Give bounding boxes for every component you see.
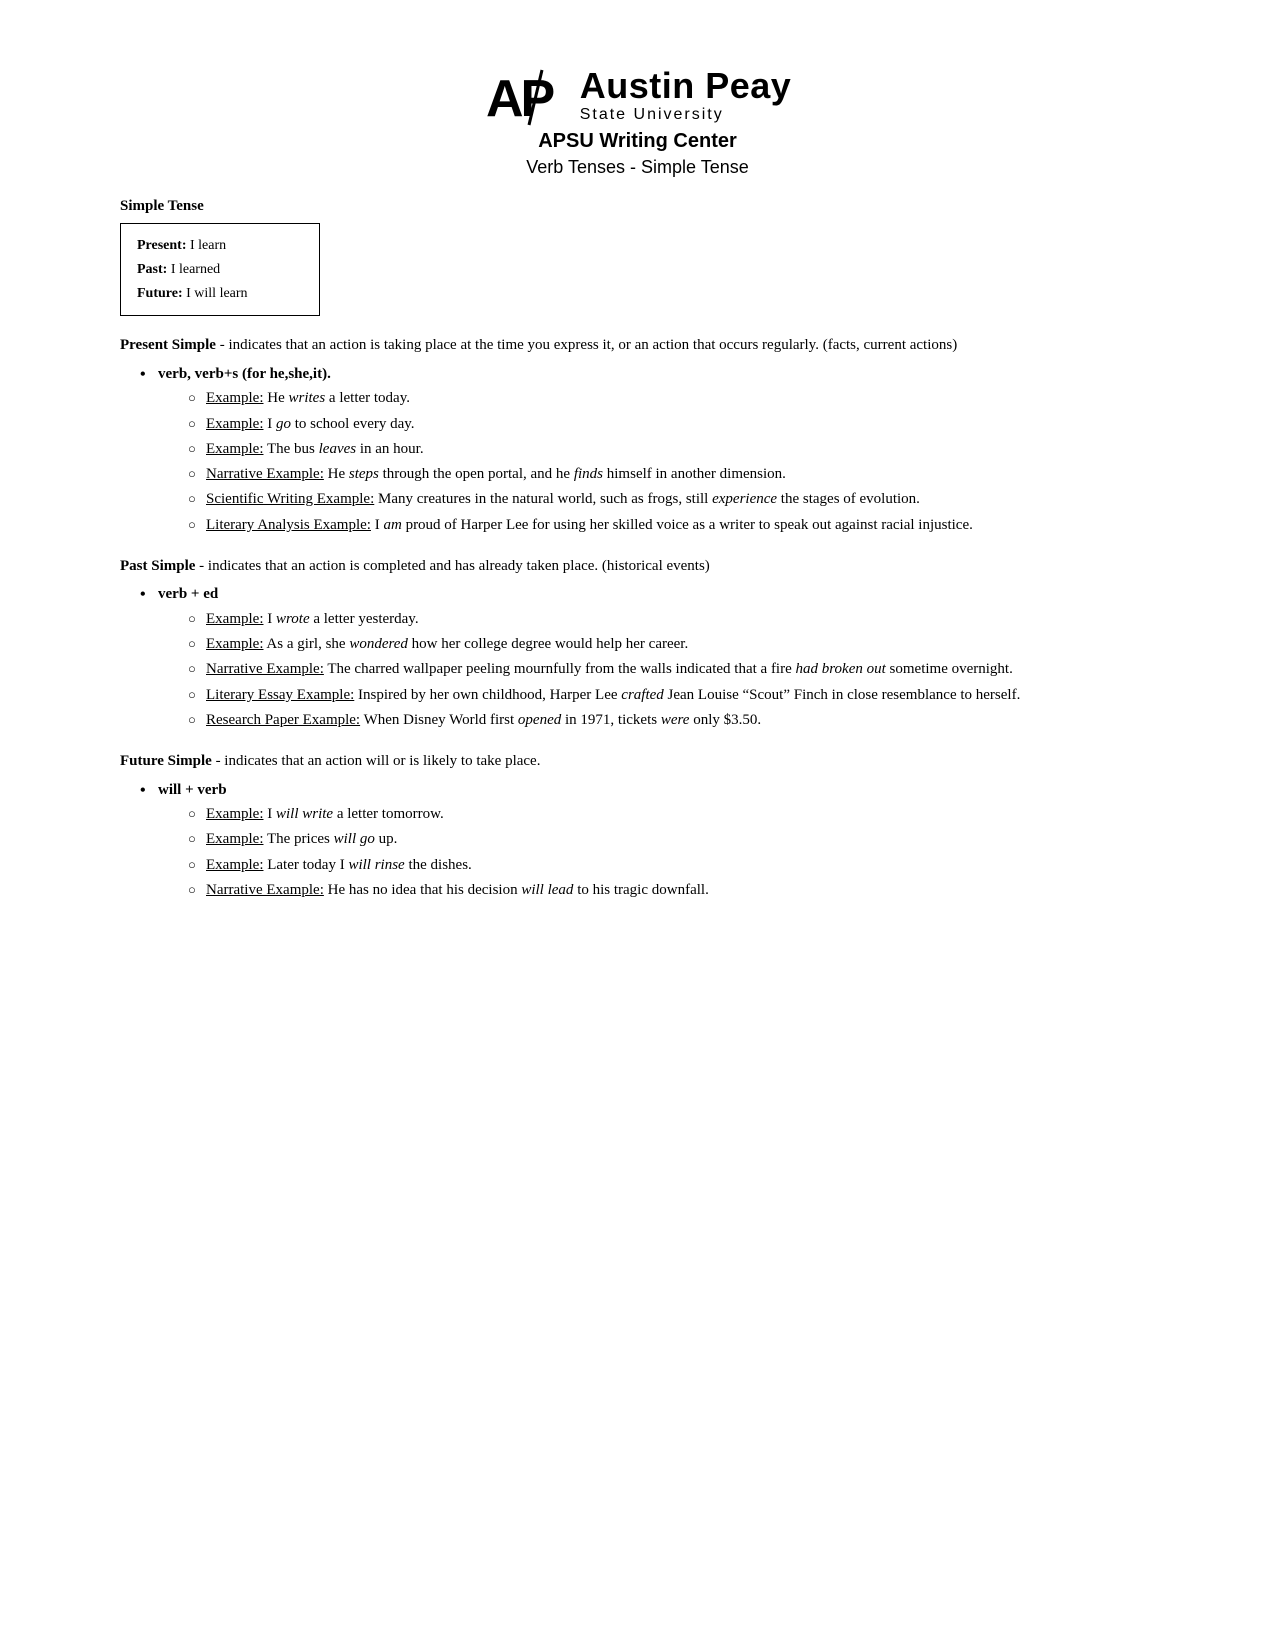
future-example-label-2: Example:	[206, 831, 263, 847]
svg-text:AP: AP	[486, 70, 554, 128]
future-simple-intro: Future Simple - indicates that an action…	[120, 750, 1155, 773]
tense-box-past: Past: I learned	[137, 258, 303, 282]
future-simple-bullet: will + verb Example: I will write a lett…	[140, 779, 1155, 903]
example-italic-1: writes	[288, 390, 325, 406]
past-simple-bullet: verb + ed Example: I wrote a letter yest…	[140, 583, 1155, 732]
literary-label: Literary Analysis Example:	[206, 517, 371, 533]
future-example-label-3: Example:	[206, 857, 263, 873]
past-simple-desc: - indicates that an action is completed …	[195, 558, 709, 574]
present-example-3: Example: The bus leaves in an hour.	[188, 438, 1155, 461]
future-example-3: Example: Later today I will rinse the di…	[188, 854, 1155, 877]
tense-box-present: Present: I learn	[137, 234, 303, 258]
present-simple-bullet-text: verb, verb+s (for he,she,it).	[158, 366, 331, 382]
narrative-italic-2: finds	[574, 466, 603, 482]
present-simple-intro: Present Simple - indicates that an actio…	[120, 334, 1155, 357]
present-literary-example: Literary Analysis Example: I am proud of…	[188, 514, 1155, 537]
future-italic-2: will go	[334, 831, 375, 847]
present-simple-desc: - indicates that an action is taking pla…	[216, 337, 957, 353]
future-simple-examples: Example: I will write a letter tomorrow.…	[188, 803, 1155, 902]
future-simple-section: Future Simple - indicates that an action…	[120, 750, 1155, 902]
past-simple-bullet-list: verb + ed Example: I wrote a letter yest…	[140, 583, 1155, 732]
past-italic-1: wrote	[276, 611, 310, 627]
future-italic-1: will write	[276, 806, 333, 822]
literary-italic: am	[383, 517, 401, 533]
page-subtitle: Verb Tenses - Simple Tense	[120, 157, 1155, 178]
past-research-italic-2: were	[661, 712, 690, 728]
future-simple-bold: Future Simple	[120, 753, 212, 769]
past-example-label-1: Example:	[206, 611, 263, 627]
present-value: I learn	[187, 238, 227, 253]
future-example-2: Example: The prices will go up.	[188, 828, 1155, 851]
present-example-2: Example: I go to school every day.	[188, 413, 1155, 436]
future-value: I will learn	[183, 286, 248, 301]
past-narrative-italic: had broken out	[796, 661, 886, 677]
past-narrative-label: Narrative Example:	[206, 661, 324, 677]
past-value: I learned	[167, 262, 220, 277]
university-name-austin-peay: Austin Peay	[580, 66, 792, 106]
present-scientific-example: Scientific Writing Example: Many creatur…	[188, 488, 1155, 511]
university-name-state: State University	[580, 106, 724, 124]
past-simple-section: Past Simple - indicates that an action i…	[120, 555, 1155, 732]
example-italic-2: go	[276, 416, 291, 432]
example-label-3: Example:	[206, 441, 263, 457]
future-italic-3: will rinse	[348, 857, 404, 873]
future-simple-bullet-text: will + verb	[158, 782, 227, 798]
present-narrative-example: Narrative Example: He steps through the …	[188, 463, 1155, 486]
page-header: AP Austin Peay State University APSU Wri…	[120, 60, 1155, 178]
present-simple-bold: Present Simple	[120, 337, 216, 353]
past-example-1: Example: I wrote a letter yesterday.	[188, 608, 1155, 631]
past-simple-intro: Past Simple - indicates that an action i…	[120, 555, 1155, 578]
tense-reference-box: Present: I learn Past: I learned Future:…	[120, 223, 320, 316]
university-name-block: Austin Peay State University	[580, 66, 792, 123]
university-logo: AP Austin Peay State University	[120, 60, 1155, 130]
present-simple-section: Present Simple - indicates that an actio…	[120, 334, 1155, 537]
future-label: Future:	[137, 286, 183, 301]
past-literary-label: Literary Essay Example:	[206, 687, 354, 703]
future-example-label-1: Example:	[206, 806, 263, 822]
past-simple-bold: Past Simple	[120, 558, 195, 574]
ap-logo-icon: AP	[484, 60, 574, 130]
past-italic-2: wondered	[349, 636, 408, 652]
simple-tense-heading: Simple Tense	[120, 198, 1155, 215]
writing-center-title: APSU Writing Center	[120, 130, 1155, 153]
example-label-1: Example:	[206, 390, 263, 406]
future-narrative-italic: will lead	[521, 882, 573, 898]
narrative-italic-1: steps	[349, 466, 379, 482]
future-narrative-example: Narrative Example: He has no idea that h…	[188, 879, 1155, 902]
past-example-2: Example: As a girl, she wondered how her…	[188, 633, 1155, 656]
past-example-label-2: Example:	[206, 636, 263, 652]
past-simple-examples: Example: I wrote a letter yesterday. Exa…	[188, 608, 1155, 732]
past-label: Past:	[137, 262, 167, 277]
present-simple-bullet-list: verb, verb+s (for he,she,it). Example: H…	[140, 363, 1155, 537]
past-literary-example: Literary Essay Example: Inspired by her …	[188, 684, 1155, 707]
present-label: Present:	[137, 238, 187, 253]
past-simple-bullet-text: verb + ed	[158, 586, 218, 602]
future-simple-desc: - indicates that an action will or is li…	[212, 753, 541, 769]
scientific-label: Scientific Writing Example:	[206, 491, 374, 507]
past-research-label: Research Paper Example:	[206, 712, 360, 728]
tense-box-future: Future: I will learn	[137, 282, 303, 306]
example-italic-3: leaves	[319, 441, 356, 457]
example-label-2: Example:	[206, 416, 263, 432]
past-literary-italic: crafted	[621, 687, 664, 703]
future-example-1: Example: I will write a letter tomorrow.	[188, 803, 1155, 826]
past-research-example: Research Paper Example: When Disney Worl…	[188, 709, 1155, 732]
present-example-1: Example: He writes a letter today.	[188, 387, 1155, 410]
scientific-italic: experience	[712, 491, 777, 507]
future-simple-bullet-list: will + verb Example: I will write a lett…	[140, 779, 1155, 903]
present-simple-bullet: verb, verb+s (for he,she,it). Example: H…	[140, 363, 1155, 537]
present-simple-examples: Example: He writes a letter today. Examp…	[188, 387, 1155, 537]
narrative-label: Narrative Example:	[206, 466, 324, 482]
past-research-italic-1: opened	[518, 712, 561, 728]
future-narrative-label: Narrative Example:	[206, 882, 324, 898]
past-narrative-example: Narrative Example: The charred wallpaper…	[188, 658, 1155, 681]
